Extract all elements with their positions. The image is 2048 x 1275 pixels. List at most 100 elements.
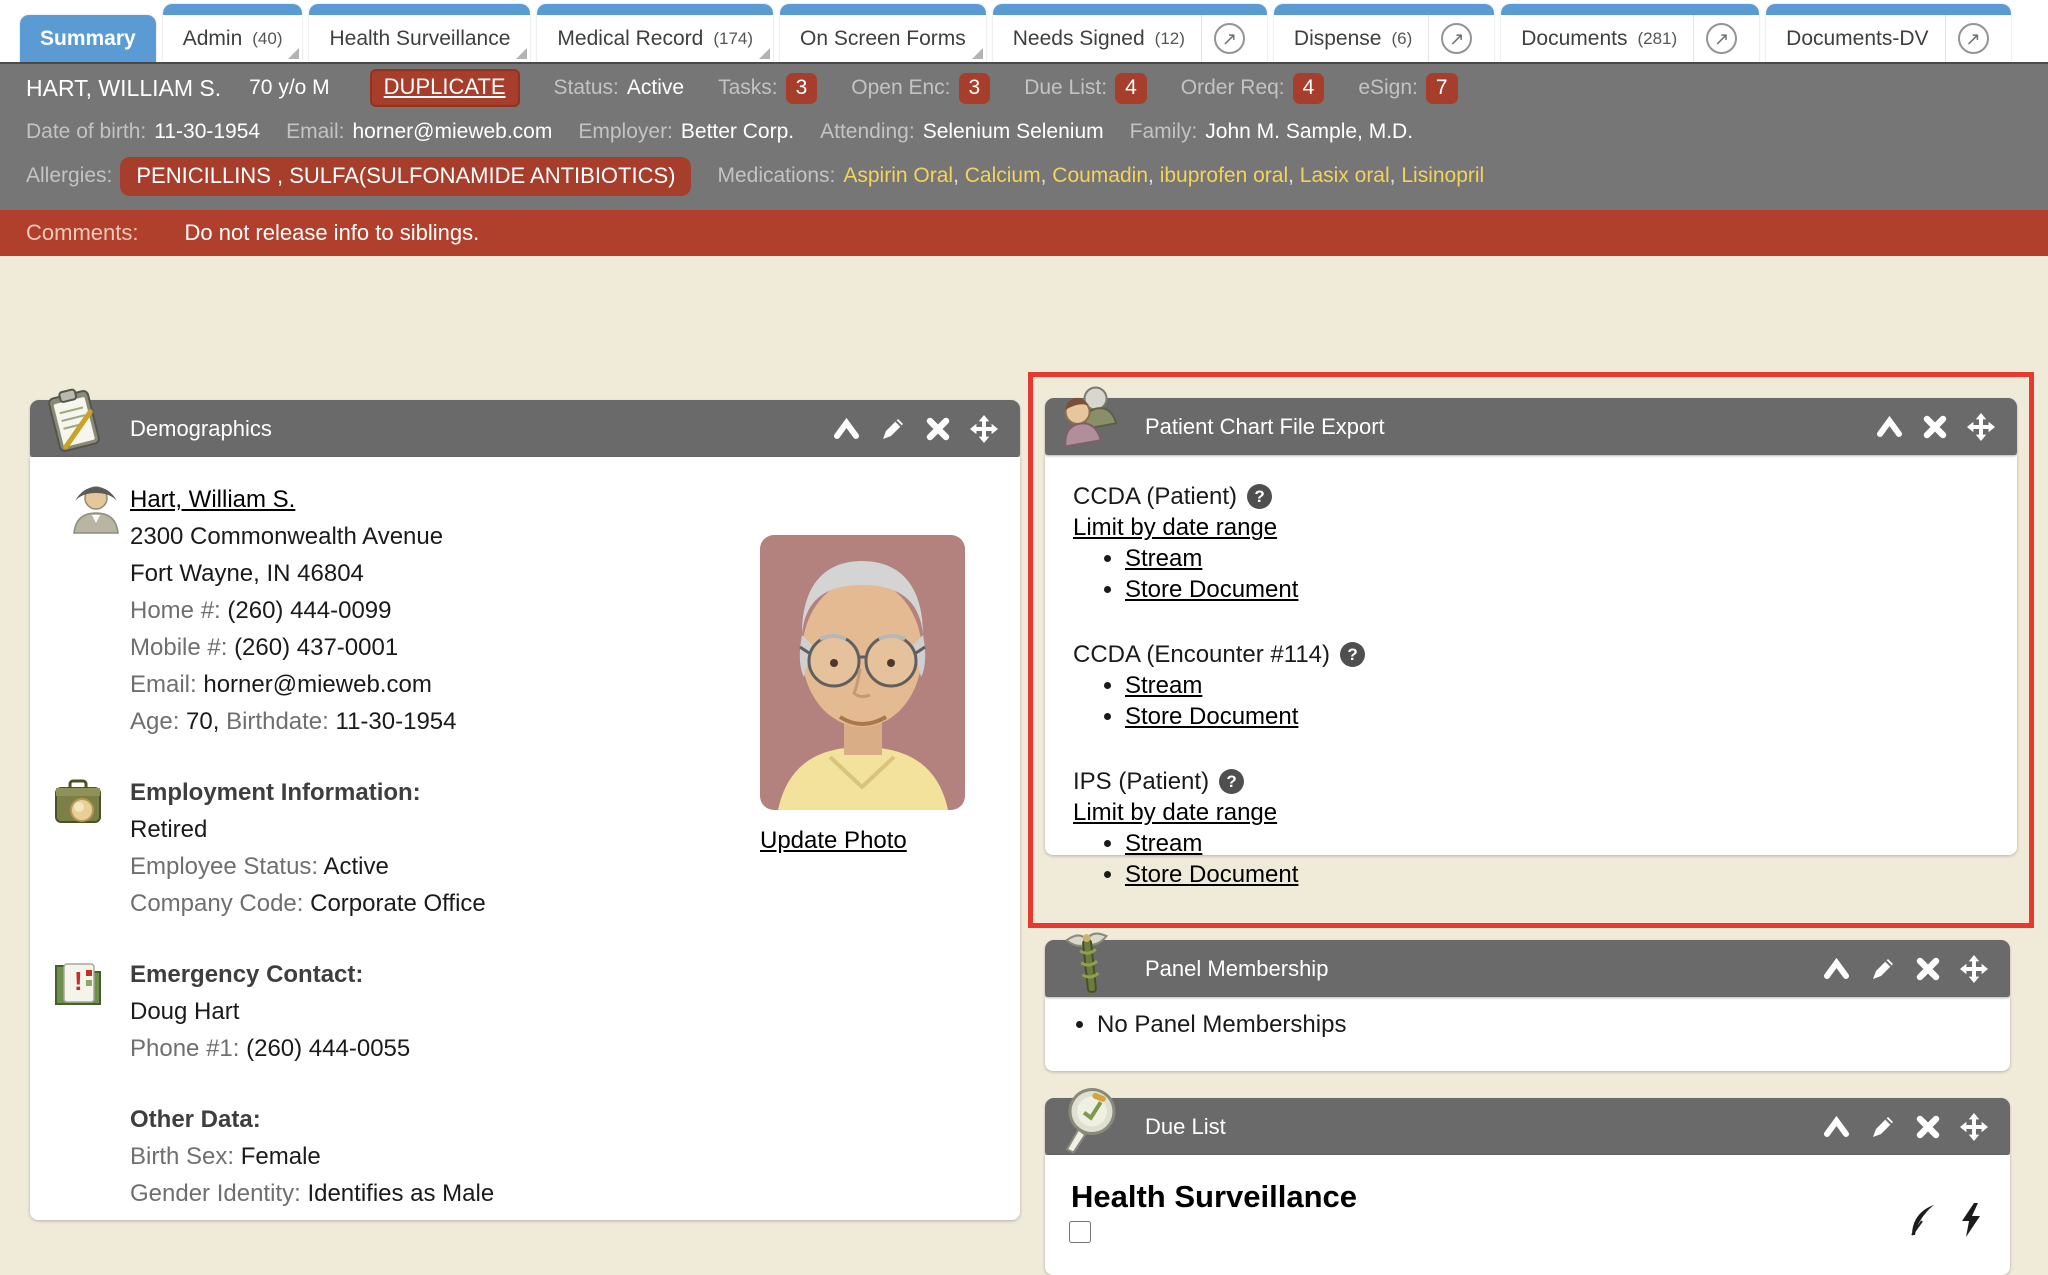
tab-count: (281)	[1637, 29, 1677, 49]
status-label: Status:	[554, 76, 619, 100]
limit-date-range-link[interactable]: Limit by date range	[1073, 514, 1277, 541]
move-icon[interactable]	[1960, 1113, 1988, 1141]
move-icon[interactable]	[970, 415, 998, 443]
allergies-badge[interactable]: PENICILLINS , SULFA(SULFONAMIDE ANTIBIOT…	[120, 157, 691, 196]
dropdown-corner-icon	[972, 48, 983, 59]
chart-export-panel: Patient Chart File Export CCDA (Patient)…	[1045, 398, 2017, 855]
close-icon[interactable]	[1916, 1115, 1940, 1139]
divider	[1428, 15, 1429, 62]
open-enc-count-badge[interactable]: 3	[959, 73, 991, 104]
order-req-count-badge[interactable]: 4	[1293, 73, 1325, 104]
esign-label: eSign:	[1358, 76, 1418, 100]
tab-label: On Screen Forms	[800, 27, 966, 51]
tab-documents-dv[interactable]: Documents-DV ↗	[1766, 4, 2010, 62]
medication-link[interactable]: Lisinopril	[1401, 164, 1484, 187]
medication-link[interactable]: Lasix oral	[1300, 164, 1402, 187]
tab-count: (6)	[1391, 29, 1412, 49]
panel-title: Due List	[1145, 1114, 1226, 1140]
medication-link[interactable]: ibuprofen oral	[1160, 164, 1300, 187]
tab-accent	[1501, 4, 1759, 15]
help-icon[interactable]: ?	[1219, 769, 1244, 794]
close-icon[interactable]	[926, 417, 950, 441]
company-code-value: Corporate Office	[310, 890, 486, 917]
tab-accent	[537, 4, 773, 15]
demo-comments-value: Cardiology Example	[259, 1217, 474, 1220]
lightning-icon[interactable]	[1960, 1203, 1982, 1237]
esign-count-badge[interactable]: 7	[1426, 73, 1458, 104]
medication-link[interactable]: Calcium	[965, 164, 1053, 187]
panel-title: Panel Membership	[1145, 956, 1328, 982]
open-enc-label: Open Enc:	[851, 76, 950, 100]
collapse-icon[interactable]	[1823, 958, 1850, 980]
export-section-ccda-encounter: CCDA (Encounter #114) ? Stream Store Doc…	[1073, 639, 2017, 732]
limit-date-range-link[interactable]: Limit by date range	[1073, 799, 1277, 826]
quill-icon[interactable]	[1908, 1203, 1938, 1237]
other-data-heading: Other Data:	[130, 1101, 1020, 1138]
tab-health-surveillance[interactable]: Health Surveillance	[309, 4, 530, 62]
tab-dispense[interactable]: Dispense(6) ↗	[1274, 4, 1494, 62]
birthdate-value: 11-30-1954	[336, 708, 457, 735]
edit-icon[interactable]	[1870, 1114, 1896, 1140]
edit-icon[interactable]	[1870, 956, 1896, 982]
collapse-icon[interactable]	[833, 418, 860, 440]
tab-medical-record[interactable]: Medical Record(174)	[537, 4, 773, 62]
patient-name: HART, WILLIAM S.	[26, 75, 221, 102]
tab-on-screen-forms[interactable]: On Screen Forms	[780, 4, 986, 62]
collapse-icon[interactable]	[1876, 416, 1903, 438]
store-document-link[interactable]: Store Document	[1125, 703, 1298, 730]
dropdown-corner-icon	[759, 48, 770, 59]
divider	[1945, 15, 1946, 62]
close-icon[interactable]	[1923, 415, 1947, 439]
external-link-icon[interactable]: ↗	[1706, 23, 1737, 54]
help-icon[interactable]: ?	[1247, 484, 1272, 509]
due-item-checkbox[interactable]	[1069, 1221, 1091, 1243]
external-link-icon[interactable]: ↗	[1958, 23, 1989, 54]
tasks-count-badge[interactable]: 3	[786, 73, 818, 104]
tab-accent	[309, 4, 530, 15]
close-icon[interactable]	[1916, 957, 1940, 981]
move-icon[interactable]	[1960, 955, 1988, 983]
store-document-link[interactable]: Store Document	[1125, 576, 1298, 603]
tab-needs-signed[interactable]: Needs Signed(12) ↗	[993, 4, 1267, 62]
edit-icon[interactable]	[880, 416, 906, 442]
comments-banner: Comments: Do not release info to sibling…	[0, 210, 2048, 256]
panel-title: Patient Chart File Export	[1145, 414, 1385, 440]
tab-summary[interactable]: Summary	[20, 15, 156, 62]
other-data-section: Other Data: Birth Sex: Female Gender Ide…	[130, 1101, 1020, 1220]
export-section-ccda-patient: CCDA (Patient) ? Limit by date range Str…	[1073, 481, 2017, 605]
mobile-phone-label: Mobile #:	[130, 634, 227, 661]
due-list-count-badge[interactable]: 4	[1115, 73, 1147, 104]
export-heading: IPS (Patient)	[1073, 766, 1209, 797]
gender-identity-value: Identifies as Male	[307, 1180, 494, 1207]
medication-link[interactable]: Coumadin	[1052, 164, 1159, 187]
tab-label: Documents	[1521, 27, 1627, 51]
age-label: Age:	[130, 708, 179, 735]
medication-link[interactable]: Aspirin Oral	[843, 164, 964, 187]
due-list-body: Health Surveillance	[1045, 1155, 2010, 1275]
stream-link[interactable]: Stream	[1125, 545, 1202, 572]
tab-documents[interactable]: Documents (281) ↗	[1501, 4, 1759, 62]
tab-admin[interactable]: Admin(40)	[163, 4, 303, 62]
patient-name-link[interactable]: Hart, William S.	[130, 486, 295, 513]
move-icon[interactable]	[1967, 413, 1995, 441]
stream-link[interactable]: Stream	[1125, 672, 1202, 699]
emergency-folder-icon: !	[52, 958, 104, 1010]
highlight-outline: Patient Chart File Export CCDA (Patient)…	[1028, 372, 2034, 928]
external-link-icon[interactable]: ↗	[1214, 23, 1245, 54]
due-list-section-heading: Health Surveillance	[1071, 1179, 2010, 1215]
attending-label: Attending:	[820, 120, 915, 144]
collapse-icon[interactable]	[1823, 1116, 1850, 1138]
stream-link[interactable]: Stream	[1125, 830, 1202, 857]
external-link-icon[interactable]: ↗	[1441, 23, 1472, 54]
dropdown-corner-icon	[288, 48, 299, 59]
comments-value: Do not release info to siblings.	[184, 220, 479, 246]
panel-membership-body: No Panel Memberships	[1045, 997, 2010, 1071]
medications-list: Aspirin OralCalciumCoumadinibuprofen ora…	[843, 164, 1484, 188]
help-icon[interactable]: ?	[1340, 642, 1365, 667]
family-label: Family:	[1130, 120, 1198, 144]
update-photo-link[interactable]: Update Photo	[760, 822, 907, 859]
tab-bar: Summary Admin(40) Health Surveillance Me…	[0, 0, 2048, 62]
store-document-link[interactable]: Store Document	[1125, 861, 1298, 888]
duplicate-badge[interactable]: DUPLICATE	[370, 69, 520, 107]
export-section-ips-patient: IPS (Patient) ? Limit by date range Stre…	[1073, 766, 2017, 890]
